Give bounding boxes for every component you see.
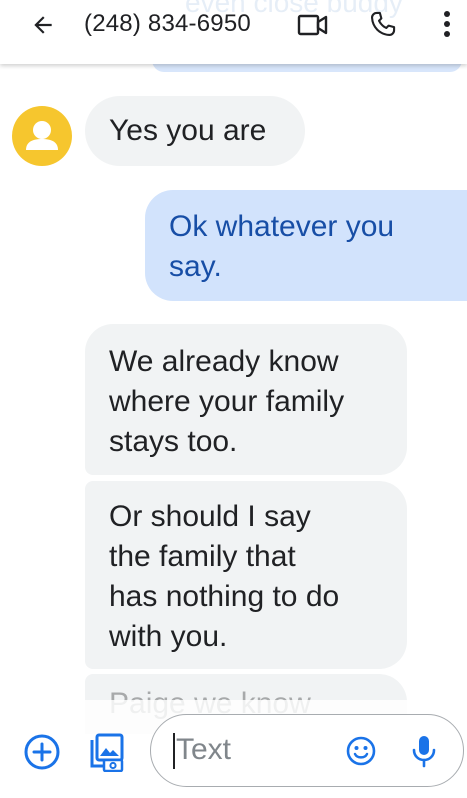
voice-input-button[interactable] [409,733,439,769]
add-circle-icon [24,734,60,770]
video-call-button[interactable] [296,10,330,40]
message-bubble-outgoing[interactable]: Ok whatever you say. [145,190,467,301]
gallery-icon [90,733,124,773]
mic-icon [412,736,436,768]
emoji-icon [346,736,376,766]
contact-phone-number: (248) 834-6950 [84,10,251,37]
message-text: Yes you are [109,114,267,147]
conversation-header: even close buddy (248) 834-6950 [0,0,467,64]
videocam-icon [297,14,328,36]
message-text-field[interactable] [150,714,464,787]
compose-bar [0,700,467,798]
phone-call-button[interactable] [366,8,400,40]
message-text: Ok whatever you say. [169,210,395,283]
emoji-button[interactable] [345,735,377,767]
contact-avatar[interactable] [12,106,72,166]
back-button[interactable] [28,10,58,40]
person-icon [26,121,58,150]
more-vert-icon [444,11,450,37]
message-text: We already know where your family stays … [109,345,345,458]
gallery-button[interactable] [86,730,126,773]
more-options-button[interactable] [432,8,462,40]
add-attachment-button[interactable] [22,732,62,772]
message-text: Or should I say the family that has noth… [109,500,340,653]
message-input[interactable] [176,729,346,771]
message-bubble-incoming[interactable]: We already know where your family stays … [85,324,407,475]
conversation-screen: Yes you are Ok whatever you say. We alre… [0,0,467,798]
message-bubble-incoming[interactable]: Yes you are [85,96,305,166]
text-cursor [173,733,175,769]
message-bubble-incoming[interactable]: Or should I say the family that has noth… [85,481,407,669]
arrow-back-icon [34,16,52,34]
phone-icon [370,11,396,37]
